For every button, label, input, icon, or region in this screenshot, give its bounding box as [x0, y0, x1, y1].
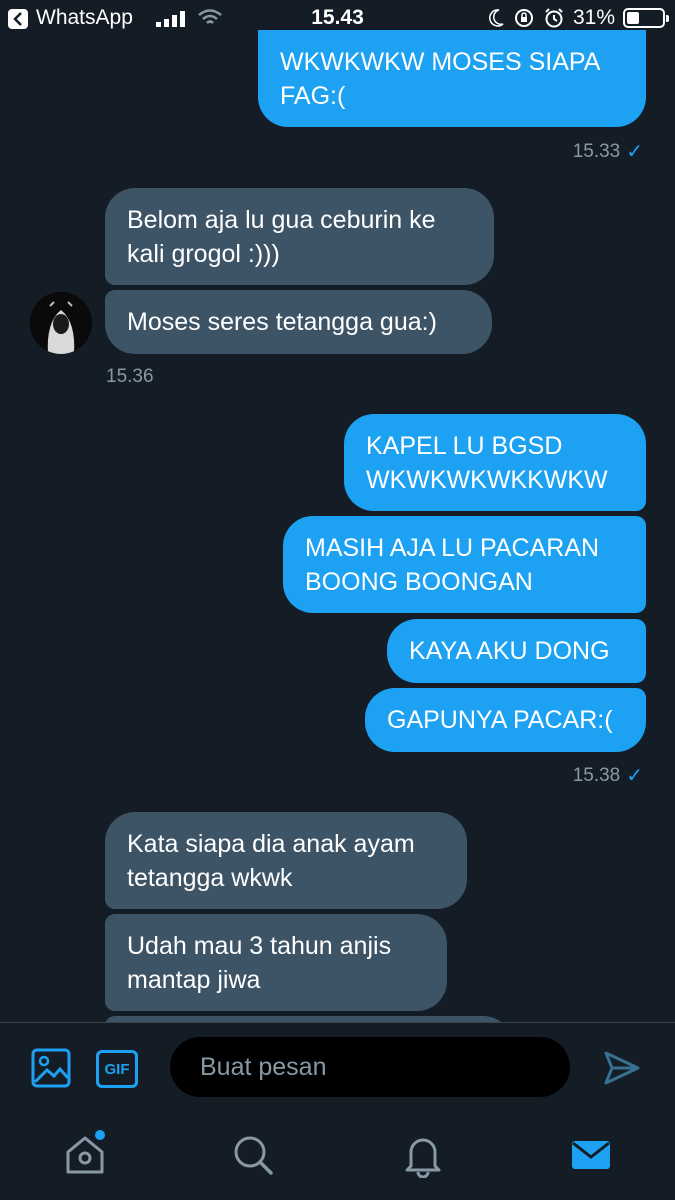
send-icon[interactable]	[603, 1050, 641, 1086]
image-icon[interactable]	[31, 1048, 71, 1088]
read-check-icon: ✓	[626, 765, 643, 787]
search-icon[interactable]	[230, 1132, 276, 1178]
battery-icon	[623, 8, 669, 28]
moon-icon	[489, 9, 504, 27]
message-bubble-incoming[interactable]: Udah mau 3 tahun anjis mantap jiwa	[105, 914, 447, 1011]
gif-icon[interactable]: GIF	[96, 1050, 138, 1088]
message-input-placeholder: Buat pesan	[200, 1052, 327, 1081]
message-bubble-incoming[interactable]: Kata siapa dia anak ayam tetangga wkwk	[105, 812, 467, 909]
message-bubble-outgoing[interactable]: WKWKWKW MOSES SIAPA FAG:(	[258, 30, 646, 127]
alarm-icon	[545, 8, 563, 28]
message-bubble-incoming[interactable]: Moses seres tetangga gua:)	[105, 290, 492, 354]
message-bubble-outgoing[interactable]: KAYA AKU DONG	[387, 619, 646, 683]
read-check-icon: ✓	[626, 141, 643, 163]
bottom-tab-bar	[0, 1112, 675, 1200]
message-bubble-outgoing[interactable]: KAPEL LU BGSD WKWKWKWKKWKW	[344, 414, 646, 511]
message-bubble-incoming[interactable]: Belom aja lu gua ceburin ke kali grogol …	[105, 188, 494, 285]
message-timestamp: 15.33 ✓	[572, 140, 643, 164]
contact-avatar[interactable]	[30, 292, 92, 354]
message-composer: GIF Buat pesan	[0, 1022, 675, 1113]
message-timestamp: 15.36	[106, 366, 154, 387]
bell-icon[interactable]	[400, 1132, 446, 1178]
mail-icon[interactable]	[568, 1132, 614, 1178]
notification-dot	[95, 1130, 105, 1140]
message-timestamp: 15.38 ✓	[572, 764, 643, 788]
message-bubble-outgoing[interactable]: GAPUNYA PACAR:(	[365, 688, 646, 752]
message-bubble-outgoing[interactable]: MASIH AJA LU PACARAN BOONG BOONGAN	[283, 516, 646, 613]
rotation-lock-icon	[514, 9, 533, 27]
battery-percent: 31%	[572, 6, 615, 29]
message-input[interactable]: Buat pesan	[170, 1037, 570, 1097]
